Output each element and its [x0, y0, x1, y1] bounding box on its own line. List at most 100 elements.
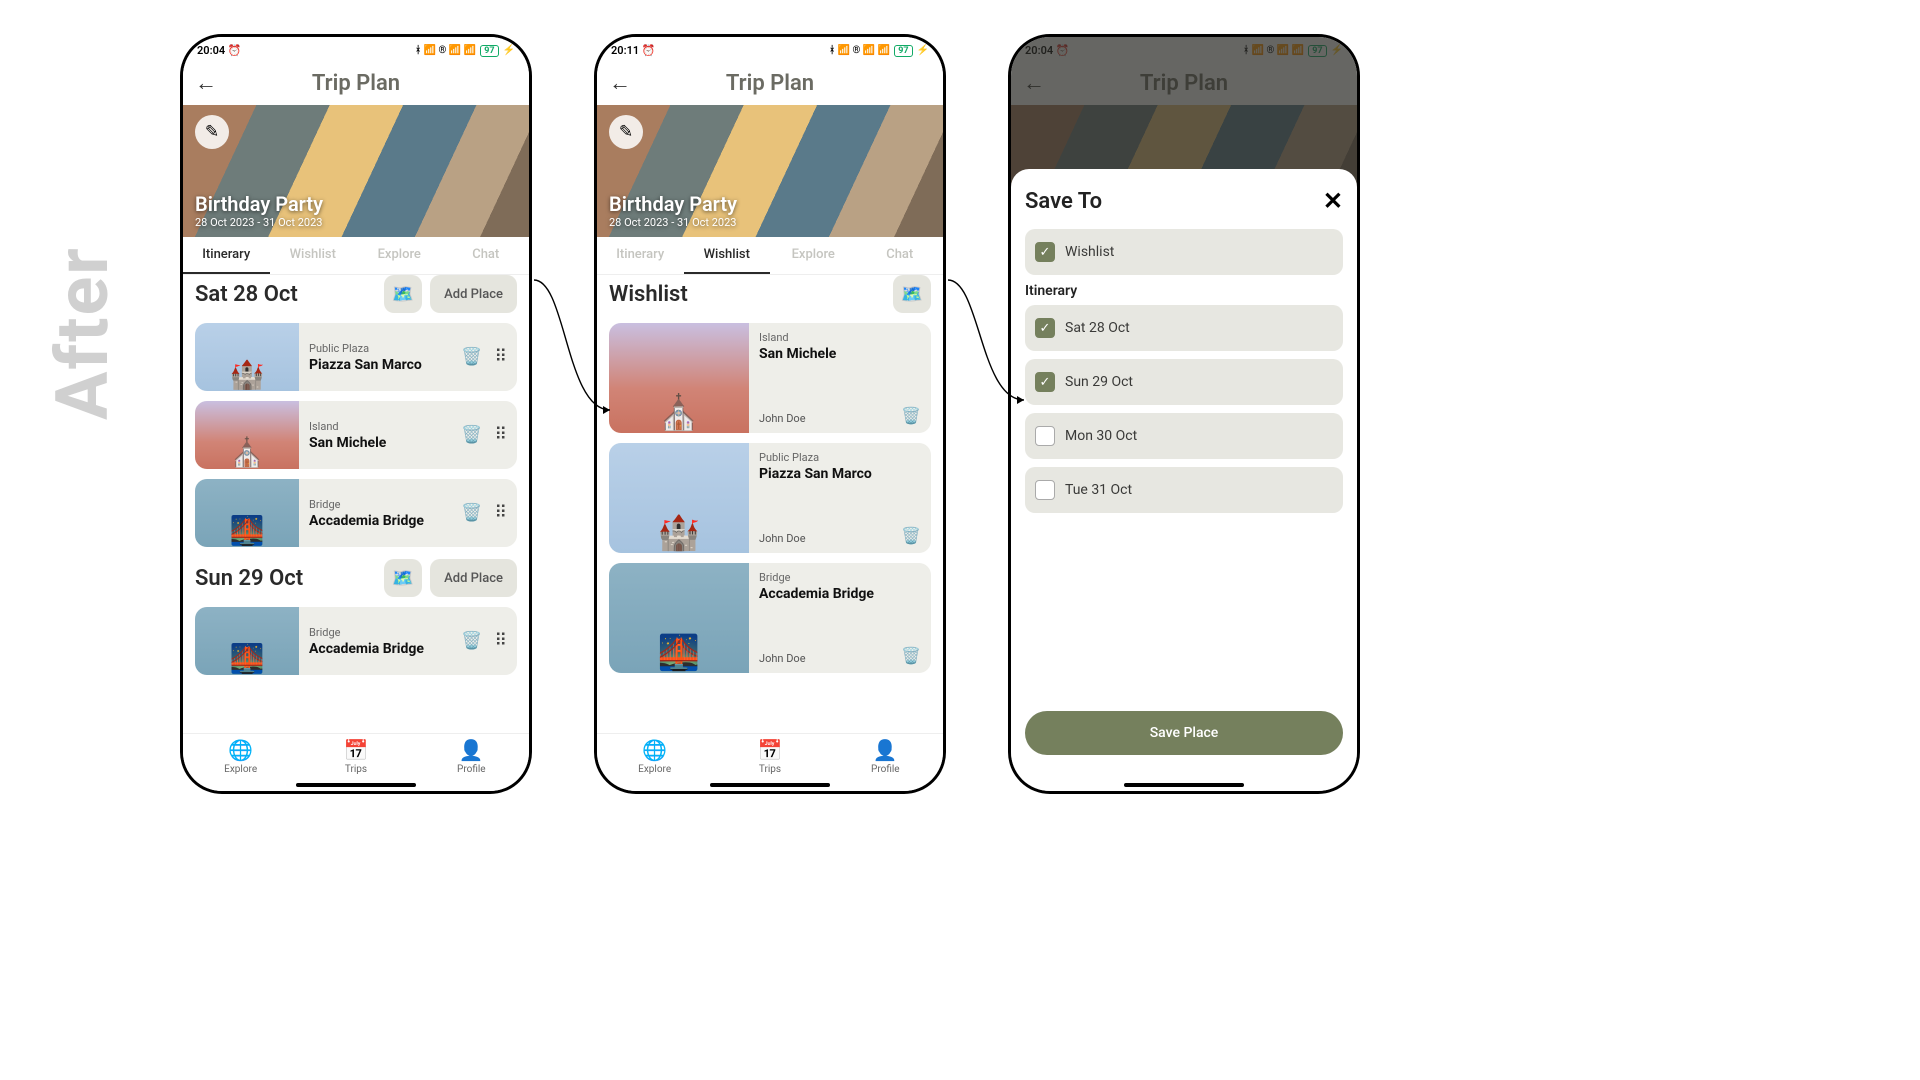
hero: ✎ Birthday Party 28 Oct 2023 - 31 Oct 20… [597, 105, 943, 237]
option-label: Tue 31 Oct [1065, 482, 1132, 498]
wishlist-card[interactable]: ⛪IslandSan MicheleJohn Doe🗑️ [609, 323, 931, 433]
nav-explore[interactable]: 🌐Explore [597, 738, 712, 791]
day-heading: Sat 28 Oct [195, 282, 298, 307]
status-icons: ᚼ 📶 ® 📶 📶 97 ⚡ [829, 45, 929, 57]
map-button[interactable]: 🗺️ [893, 275, 931, 313]
page-title: Trip Plan [637, 71, 931, 96]
place-thumb: 🌉 [195, 607, 299, 675]
place-thumb: ⛪ [609, 323, 749, 433]
back-button[interactable]: ← [609, 70, 637, 96]
itinerary-card[interactable]: 🏰Public PlazaPiazza San Marco🗑️⠿ [195, 323, 517, 391]
delete-button[interactable]: 🗑️ [461, 503, 482, 523]
nav-profile[interactable]: 👤Profile [414, 738, 529, 791]
grip-icon: ⠿ [495, 347, 507, 367]
map-button[interactable]: 🗺️ [384, 559, 422, 597]
added-by: John Doe [759, 412, 806, 425]
place-category: Bridge [759, 571, 921, 584]
delete-button[interactable]: 🗑️ [461, 347, 482, 367]
place-thumb: 🌉 [195, 479, 299, 547]
after-label: After [40, 246, 125, 420]
added-by: John Doe [759, 652, 806, 665]
trash-icon: 🗑️ [461, 425, 482, 445]
status-icons: ᚼ 📶 ® 📶 📶 97 ⚡ [415, 45, 515, 57]
edit-hero-button[interactable]: ✎ [609, 115, 643, 149]
save-option-wishlist[interactable]: ✓ Wishlist [1025, 229, 1343, 275]
alarm-icon: ⏰ [642, 44, 656, 57]
section-itinerary: Itinerary [1025, 283, 1343, 299]
delete-button[interactable]: 🗑️ [901, 526, 921, 545]
delete-button[interactable]: 🗑️ [901, 406, 921, 425]
nav-profile[interactable]: 👤Profile [828, 738, 943, 791]
nav-explore[interactable]: 🌐Explore [183, 738, 298, 791]
save-place-button[interactable]: Save Place [1025, 711, 1343, 755]
checkbox-icon: ✓ [1035, 372, 1055, 392]
wishlist-card[interactable]: 🏰Public PlazaPiazza San MarcoJohn Doe🗑️ [609, 443, 931, 553]
profile-icon: 👤 [459, 738, 484, 762]
home-indicator[interactable] [1124, 783, 1244, 787]
itinerary-card[interactable]: ⛪IslandSan Michele🗑️⠿ [195, 401, 517, 469]
back-button[interactable]: ← [195, 70, 223, 96]
place-name: San Michele [759, 346, 921, 362]
trash-icon: 🗑️ [461, 503, 482, 523]
drag-handle[interactable]: ⠿ [495, 503, 507, 523]
profile-icon: 👤 [873, 738, 898, 762]
calendar-icon: 📅 [758, 738, 783, 762]
place-category: Bridge [309, 498, 441, 511]
drag-handle[interactable]: ⠿ [495, 347, 507, 367]
globe-icon: 🌐 [642, 738, 667, 762]
calendar-icon: 📅 [344, 738, 369, 762]
phone-save-sheet: 20:04 ⏰ ᚼ 📶 ® 📶 📶 97 ⚡ ← Trip Plan Save … [1008, 34, 1360, 794]
delete-button[interactable]: 🗑️ [461, 631, 482, 651]
save-option-day[interactable]: Tue 31 Oct [1025, 467, 1343, 513]
save-option-day[interactable]: Mon 30 Oct [1025, 413, 1343, 459]
trash-icon: 🗑️ [461, 631, 482, 651]
pencil-icon: ✎ [205, 122, 219, 142]
home-indicator[interactable] [296, 783, 416, 787]
sheet-title: Save To [1025, 189, 1102, 214]
trip-name: Birthday Party [609, 192, 737, 216]
checkbox-icon: ✓ [1035, 318, 1055, 338]
option-label: Wishlist [1065, 244, 1114, 260]
home-indicator[interactable] [710, 783, 830, 787]
drag-handle[interactable]: ⠿ [495, 425, 507, 445]
day-heading: Sun 29 Oct [195, 566, 303, 591]
checkbox-icon [1035, 426, 1055, 446]
place-thumb: 🏰 [609, 443, 749, 553]
place-thumb: 🏰 [195, 323, 299, 391]
save-option-day[interactable]: ✓ Sun 29 Oct [1025, 359, 1343, 405]
trash-icon: 🗑️ [901, 406, 921, 425]
added-by: John Doe [759, 532, 806, 545]
grip-icon: ⠿ [495, 631, 507, 651]
itinerary-card[interactable]: 🌉 Bridge Accademia Bridge 🗑️ ⠿ [195, 479, 517, 547]
add-place-button[interactable]: Add Place [430, 559, 517, 597]
place-name: Piazza San Marco [759, 466, 921, 482]
close-button[interactable]: ✕ [1323, 187, 1343, 215]
checkbox-icon [1035, 480, 1055, 500]
place-category: Bridge [309, 626, 441, 639]
map-icon: 🗺️ [901, 284, 923, 305]
delete-button[interactable]: 🗑️ [461, 425, 482, 445]
map-icon: 🗺️ [392, 284, 414, 305]
trash-icon: 🗑️ [901, 526, 921, 545]
place-thumb: ⛪ [195, 401, 299, 469]
save-option-day[interactable]: ✓ Sat 28 Oct [1025, 305, 1343, 351]
delete-button[interactable]: 🗑️ [901, 646, 921, 665]
wishlist-card[interactable]: 🌉BridgeAccademia BridgeJohn Doe🗑️ [609, 563, 931, 673]
place-name: Accademia Bridge [309, 513, 441, 529]
drag-handle[interactable]: ⠿ [495, 631, 507, 651]
place-category: Island [309, 420, 441, 433]
place-thumb: 🌉 [609, 563, 749, 673]
option-label: Sat 28 Oct [1065, 320, 1130, 336]
itinerary-card[interactable]: 🌉BridgeAccademia Bridge🗑️⠿ [195, 607, 517, 675]
grip-icon: ⠿ [495, 425, 507, 445]
trash-icon: 🗑️ [901, 646, 921, 665]
trash-icon: 🗑️ [461, 347, 482, 367]
hero: ✎ Birthday Party 28 Oct 2023 - 31 Oct 20… [183, 105, 529, 237]
edit-hero-button[interactable]: ✎ [195, 115, 229, 149]
option-label: Sun 29 Oct [1065, 374, 1133, 390]
phone-itinerary: 20:04 ⏰ ᚼ 📶 ® 📶 📶 97 ⚡ ← Trip Plan ✎ Bir… [180, 34, 532, 794]
add-place-button[interactable]: Add Place [430, 275, 517, 313]
map-button[interactable]: 🗺️ [384, 275, 422, 313]
alarm-icon: ⏰ [228, 44, 242, 57]
checkbox-icon: ✓ [1035, 242, 1055, 262]
